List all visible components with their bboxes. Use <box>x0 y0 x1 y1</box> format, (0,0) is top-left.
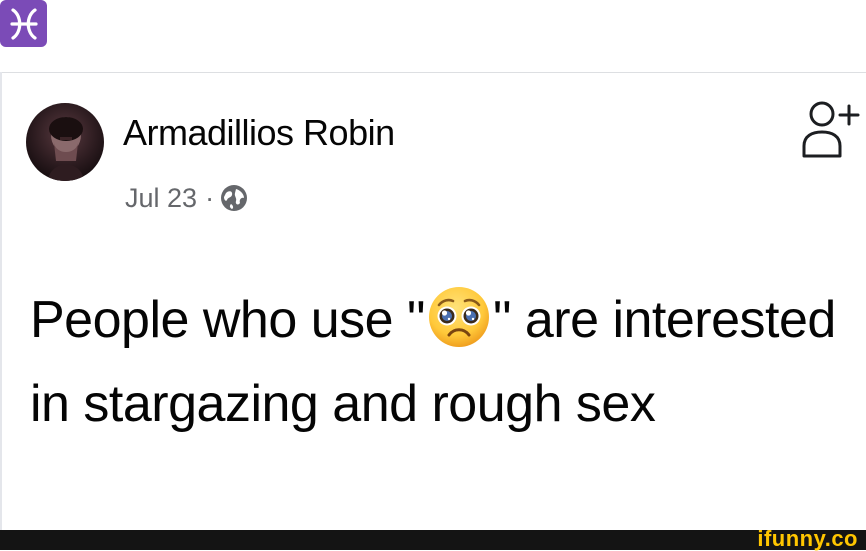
header-divider <box>0 72 866 73</box>
footer-bar: ifunny.co <box>0 527 866 551</box>
post-meta: Jul 23 · <box>125 180 248 216</box>
add-friend-button[interactable] <box>800 96 866 162</box>
add-friend-icon <box>802 101 860 158</box>
author-name[interactable]: Armadillios Robin <box>123 112 395 154</box>
avatar[interactable] <box>26 103 104 181</box>
post-text: People who use " " are interested in sta… <box>30 278 850 446</box>
brand-watermark[interactable]: ifunny.co <box>757 527 858 551</box>
post-text-start: People who use " <box>30 291 425 349</box>
pisces-icon <box>0 0 47 47</box>
pleading-face-emoji <box>427 285 491 349</box>
meta-separator: · <box>205 182 215 213</box>
post-card-border <box>0 72 2 532</box>
post-date[interactable]: Jul 23 <box>125 183 197 214</box>
globe-icon <box>220 184 248 212</box>
